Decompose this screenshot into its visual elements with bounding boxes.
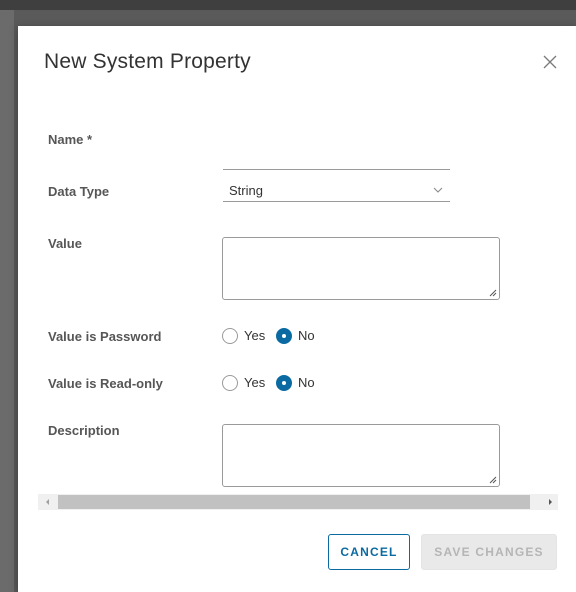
password-yes-label[interactable]: Yes <box>244 328 265 343</box>
backdrop <box>0 10 14 592</box>
name-input[interactable] <box>223 146 450 170</box>
value-label: Value <box>48 236 82 251</box>
horizontal-scrollbar[interactable] <box>38 494 558 510</box>
description-label: Description <box>48 423 120 438</box>
new-system-property-dialog: New System Property Name * Data Type Str… <box>18 26 576 592</box>
data-type-select[interactable]: String <box>223 180 450 202</box>
read-only-yes-label[interactable]: Yes <box>244 375 265 390</box>
value-is-password-label: Value is Password <box>48 329 162 344</box>
read-only-no-label[interactable]: No <box>298 375 315 390</box>
dialog-title: New System Property <box>44 50 251 73</box>
close-icon <box>543 55 557 69</box>
cancel-button[interactable]: CANCEL <box>328 534 410 570</box>
resize-grip-icon[interactable] <box>489 476 497 484</box>
data-type-label: Data Type <box>48 184 110 199</box>
read-only-yes-radio[interactable] <box>222 375 238 391</box>
scroll-right-arrow-icon[interactable] <box>546 498 554 506</box>
read-only-no-radio[interactable] <box>276 375 292 391</box>
close-button[interactable] <box>540 52 560 72</box>
save-changes-button[interactable]: SAVE CHANGES <box>421 534 557 570</box>
password-yes-radio[interactable] <box>222 328 238 344</box>
scrollbar-thumb[interactable] <box>58 495 530 509</box>
data-type-value: String <box>229 183 263 198</box>
password-no-label[interactable]: No <box>298 328 315 343</box>
description-textarea[interactable] <box>222 424 500 487</box>
chevron-down-icon <box>433 187 443 193</box>
resize-grip-icon[interactable] <box>489 289 497 297</box>
value-textarea[interactable] <box>222 237 500 300</box>
password-no-radio[interactable] <box>276 328 292 344</box>
name-label: Name * <box>48 132 93 147</box>
scroll-left-arrow-icon[interactable] <box>44 498 52 506</box>
value-is-read-only-label: Value is Read-only <box>48 376 163 391</box>
backdrop-top <box>0 0 576 10</box>
